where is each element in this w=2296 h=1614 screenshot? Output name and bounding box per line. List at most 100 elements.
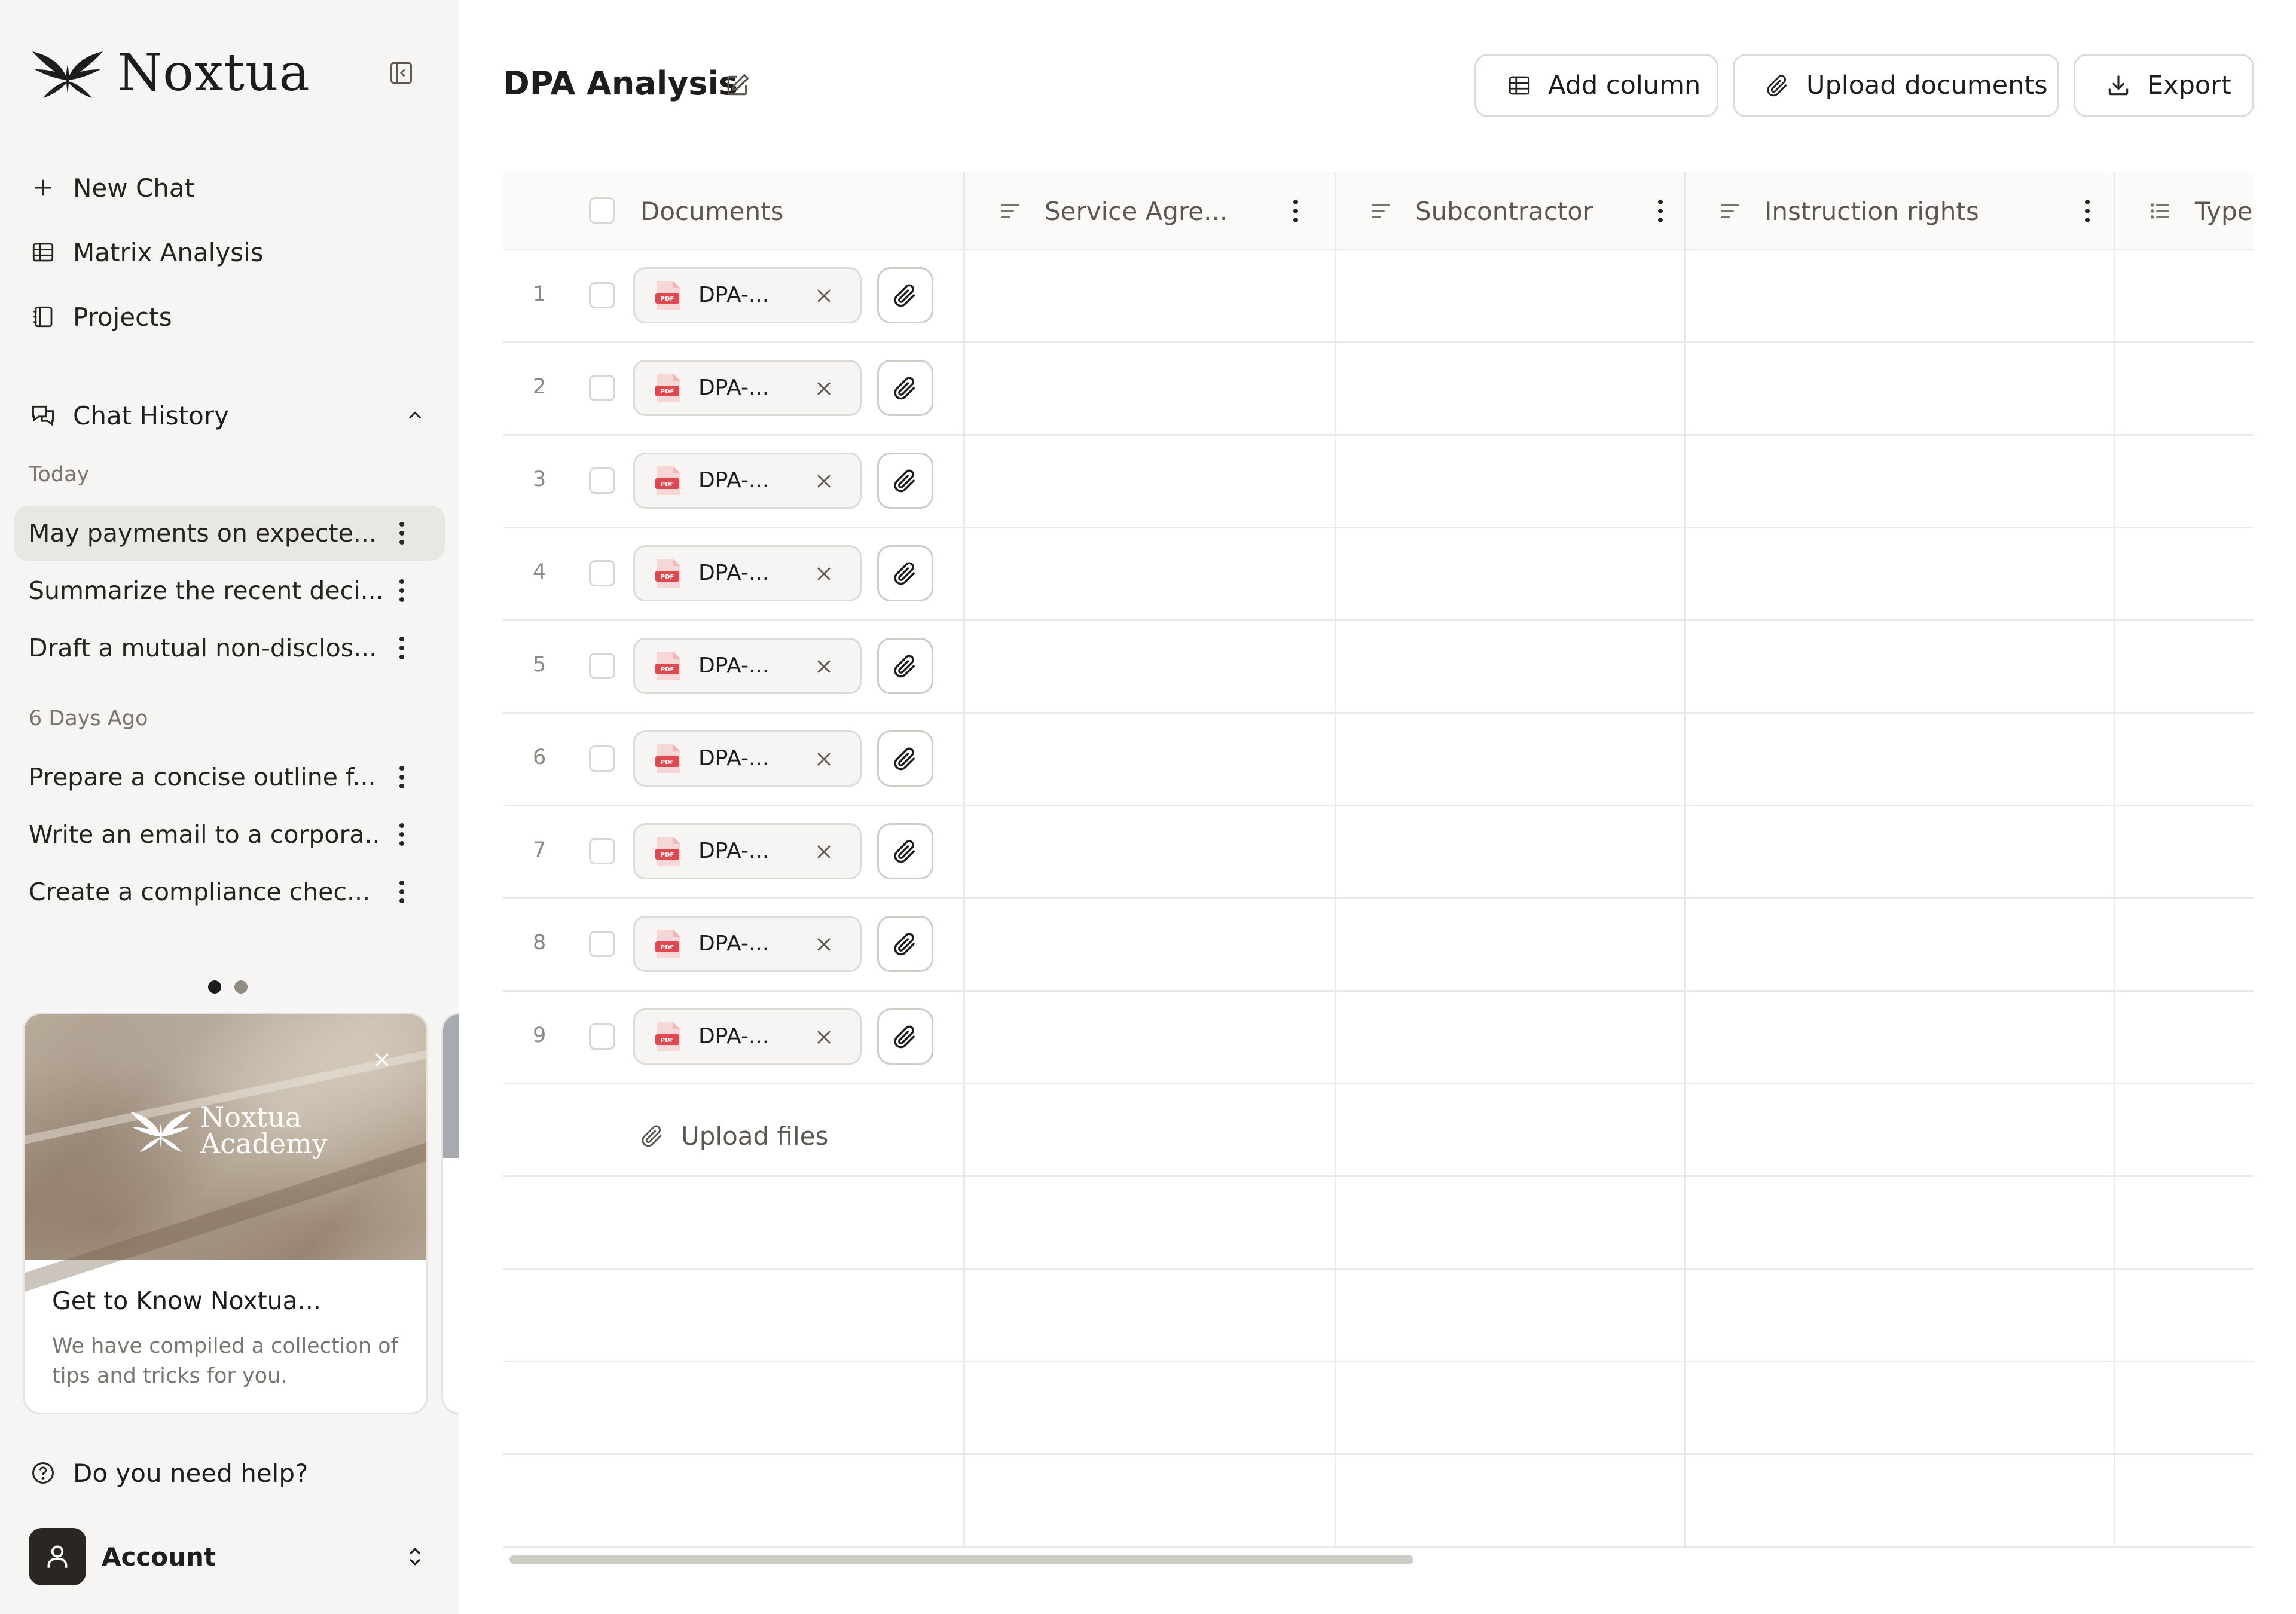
document-name: DPA-...: [698, 931, 770, 956]
document-chip[interactable]: PDF DPA-...: [633, 359, 862, 416]
attach-document-button[interactable]: [877, 823, 933, 879]
text-column-icon: [1367, 198, 1394, 224]
sidebar: Noxtua New Chat Matrix Analysis Projects…: [0, 0, 459, 1614]
pdf-file-icon: PDF: [655, 280, 683, 311]
table-icon: [29, 238, 57, 267]
more-options-icon[interactable]: [387, 634, 416, 662]
attach-document-button[interactable]: [877, 545, 933, 601]
more-options-icon[interactable]: [387, 820, 416, 849]
chat-history-item[interactable]: May payments on expecte...: [14, 506, 445, 561]
new-chat-label: New Chat: [73, 173, 195, 203]
upload-documents-button[interactable]: Upload documents: [1733, 54, 2059, 117]
document-chip[interactable]: PDF DPA-...: [633, 1008, 862, 1065]
remove-document-icon[interactable]: [811, 839, 837, 865]
document-chip[interactable]: PDF DPA-...: [633, 267, 862, 323]
remove-document-icon[interactable]: [811, 468, 837, 494]
chat-history-item[interactable]: Summarize the recent deci...: [14, 563, 445, 618]
more-options-icon[interactable]: [387, 878, 416, 906]
chat-title: Draft a mutual non-disclos...: [29, 634, 377, 662]
svg-text:PDF: PDF: [661, 574, 674, 580]
attach-document-button[interactable]: [877, 452, 933, 509]
chat-history-item[interactable]: Prepare a concise outline f...: [14, 750, 445, 805]
row-checkbox[interactable]: [589, 930, 615, 957]
attach-document-button[interactable]: [877, 637, 933, 694]
export-button[interactable]: Export: [2074, 54, 2254, 117]
paperclip-icon: [894, 377, 915, 399]
user-icon: [47, 1545, 68, 1568]
document-chip[interactable]: PDF DPA-...: [633, 452, 862, 509]
remove-document-icon[interactable]: [811, 375, 837, 402]
remove-document-icon[interactable]: [811, 561, 837, 587]
chat-history-item[interactable]: Create a compliance chec...: [14, 864, 445, 919]
chevron-up-icon: [401, 401, 429, 430]
chat-history-item[interactable]: Draft a mutual non-disclos...: [14, 620, 445, 675]
collapse-sidebar-button[interactable]: [386, 57, 417, 88]
row-checkbox[interactable]: [589, 745, 615, 772]
column-menu-icon[interactable]: [1648, 193, 1672, 229]
promo-title: Get to Know Noxtua...: [52, 1286, 321, 1315]
svg-text:PDF: PDF: [661, 667, 674, 673]
document-chip[interactable]: PDF DPA-...: [633, 637, 862, 694]
document-name: DPA-...: [698, 1024, 770, 1049]
attach-document-button[interactable]: [877, 267, 933, 323]
svg-text:PDF: PDF: [661, 944, 674, 951]
row-checkbox[interactable]: [589, 282, 615, 308]
document-chip[interactable]: PDF DPA-...: [633, 915, 862, 972]
column-header-instruction-rights[interactable]: Instruction rights: [1717, 172, 2111, 250]
horizontal-scrollbar[interactable]: [509, 1555, 1413, 1564]
promo-close-button[interactable]: [370, 1048, 394, 1072]
row-checkbox[interactable]: [589, 652, 615, 679]
add-column-button[interactable]: Add column: [1474, 54, 1718, 117]
document-chip[interactable]: PDF DPA-...: [633, 730, 862, 787]
remove-document-icon[interactable]: [811, 283, 837, 309]
help-link[interactable]: Do you need help?: [29, 1449, 308, 1497]
chat-history-toggle[interactable]: Chat History: [29, 392, 435, 439]
projects-link[interactable]: Projects: [29, 293, 172, 341]
row-number: 4: [533, 560, 546, 584]
document-name: DPA-...: [698, 561, 770, 585]
more-options-icon[interactable]: [387, 576, 416, 605]
projects-label: Projects: [73, 302, 172, 332]
column-header-subcontractor[interactable]: Subcontractor: [1367, 172, 1678, 250]
remove-document-icon[interactable]: [811, 653, 837, 680]
matrix-analysis-link[interactable]: Matrix Analysis: [29, 228, 264, 276]
row-number: 6: [533, 745, 546, 769]
document-chip[interactable]: PDF DPA-...: [633, 823, 862, 879]
chat-history-item[interactable]: Write an email to a corpora...: [14, 807, 445, 862]
column-menu-icon[interactable]: [1284, 193, 1308, 229]
remove-document-icon[interactable]: [811, 931, 837, 958]
app-name: Noxtua: [117, 43, 310, 103]
select-all-checkbox[interactable]: [589, 197, 615, 224]
export-label: Export: [2147, 71, 2231, 100]
history-group-today: Today: [29, 463, 90, 487]
remove-document-icon[interactable]: [811, 746, 837, 772]
remove-document-icon[interactable]: [811, 1024, 837, 1050]
more-options-icon[interactable]: [387, 763, 416, 791]
row-checkbox[interactable]: [589, 1023, 615, 1050]
row-checkbox[interactable]: [589, 467, 615, 494]
svg-text:PDF: PDF: [661, 389, 674, 395]
attach-document-button[interactable]: [877, 915, 933, 972]
more-options-icon[interactable]: [387, 519, 416, 548]
carousel-dot[interactable]: [234, 980, 248, 994]
row-checkbox[interactable]: [589, 374, 615, 401]
app-logo[interactable]: Noxtua: [29, 43, 310, 103]
noxtua-logo-icon: [130, 1111, 191, 1153]
row-checkbox[interactable]: [589, 560, 615, 586]
document-chip[interactable]: PDF DPA-...: [633, 545, 862, 601]
edit-title-button[interactable]: [722, 71, 752, 100]
new-chat-button[interactable]: New Chat: [29, 164, 194, 212]
attach-document-button[interactable]: [877, 730, 933, 787]
next-promo-card[interactable]: [441, 1013, 459, 1414]
column-menu-icon[interactable]: [2075, 193, 2099, 229]
column-header-service-agreement[interactable]: Service Agre...: [997, 172, 1320, 250]
row-checkbox[interactable]: [589, 837, 615, 864]
upload-files-button[interactable]: Upload files: [638, 1112, 828, 1160]
attach-document-button[interactable]: [877, 1008, 933, 1065]
account-menu[interactable]: Account: [29, 1528, 435, 1585]
column-header-type[interactable]: Type: [2147, 172, 2254, 250]
account-label: Account: [102, 1542, 216, 1572]
academy-promo-card[interactable]: Noxtua Academy Get to Know Noxtua... We …: [23, 1013, 428, 1414]
attach-document-button[interactable]: [877, 359, 933, 416]
carousel-dot-active[interactable]: [208, 980, 221, 994]
